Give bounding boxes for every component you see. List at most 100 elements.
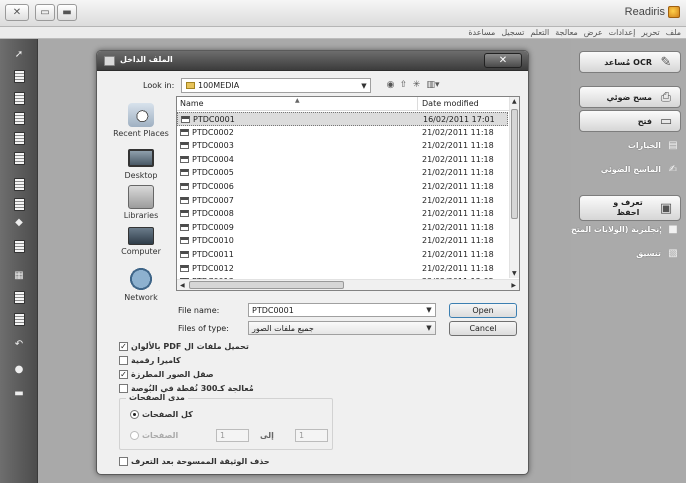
menu-bar: ملف تحرير إعدادات عرض معالجة التعلم تسجي… xyxy=(0,27,686,39)
recognize-save-button[interactable]: تعرف و احفظ ▣ xyxy=(579,195,681,221)
option-300dpi-checkbox[interactable] xyxy=(119,384,128,393)
file-row[interactable]: PTDC0001 16/02/2011 17:01 xyxy=(177,112,508,126)
language-item[interactable]: الإنجليزية (الولايات المتح ■ xyxy=(571,222,683,236)
table-zone-icon[interactable] xyxy=(11,131,27,145)
place-desktop[interactable]: Desktop xyxy=(107,145,175,180)
window-minimize-button[interactable]: ▬ xyxy=(57,4,77,21)
file-row[interactable]: PTDC0002 21/02/2011 11:18 xyxy=(177,126,508,140)
file-row[interactable]: PTDC0012 21/02/2011 11:18 xyxy=(177,262,508,276)
zoom-icon[interactable]: ● xyxy=(11,362,27,376)
pages-option[interactable]: الصفحات xyxy=(130,431,178,440)
options-item[interactable]: الخيارات ▤ xyxy=(579,138,683,152)
place-libraries[interactable]: Libraries xyxy=(107,185,175,220)
window-maximize-button[interactable]: ▭ xyxy=(35,4,55,21)
file-row[interactable]: PTDC0006 21/02/2011 11:18 xyxy=(177,180,508,194)
file-row[interactable]: PTDC0005 21/02/2011 11:18 xyxy=(177,166,508,180)
file-date-cell: 21/02/2011 11:18 xyxy=(422,127,494,137)
rotate-icon[interactable]: ↶ xyxy=(11,337,27,351)
scroll-down-icon[interactable]: ▼ xyxy=(512,270,517,277)
menu-edit[interactable]: تحرير xyxy=(638,28,662,37)
chevron-down-icon[interactable]: ▼ xyxy=(423,306,435,314)
open-file-button[interactable]: فتح ▭ xyxy=(579,110,681,132)
menu-register[interactable]: تسجيل xyxy=(498,28,527,37)
split-page-icon[interactable] xyxy=(11,290,27,304)
image-zone-icon[interactable] xyxy=(11,151,27,165)
file-row[interactable]: PTDC0004 21/02/2011 11:18 xyxy=(177,153,508,167)
window-close-button[interactable]: ✕ xyxy=(5,4,29,21)
option-delete-after[interactable]: حذف الوثيقة الممسوحة بعد التعرف xyxy=(119,456,270,467)
vertical-scrollbar[interactable]: ▲ ▼ xyxy=(509,97,519,278)
scroll-right-icon[interactable]: ▶ xyxy=(511,282,516,289)
all-pages-option[interactable]: كل الصفحات xyxy=(130,410,193,419)
menu-settings[interactable]: إعدادات xyxy=(606,28,639,37)
dialog-title-bar[interactable]: الملف الداخل ✕ xyxy=(97,51,528,71)
menu-process[interactable]: معالجة xyxy=(552,28,580,37)
grid-icon[interactable]: ▦ xyxy=(11,268,27,282)
file-row[interactable]: PTDC0007 21/02/2011 11:18 xyxy=(177,194,508,208)
scan-button[interactable]: مسح ضوئي ⎙ xyxy=(579,86,681,108)
option-digital-camera-checkbox[interactable] xyxy=(119,356,128,365)
format-item[interactable]: تنسيق ▧ xyxy=(579,246,683,260)
place-computer[interactable]: Computer xyxy=(107,227,175,256)
file-row[interactable]: PTDC0010 21/02/2011 11:18 xyxy=(177,234,508,248)
menu-help[interactable]: مساعدة xyxy=(465,28,498,37)
file-name-input[interactable]: PTDC0001 ▼ xyxy=(248,303,436,317)
scanner-item[interactable]: الماسح الضوئي ✍ xyxy=(579,162,683,176)
file-row[interactable]: PTDC0003 21/02/2011 11:18 xyxy=(177,139,508,153)
image-file-icon xyxy=(180,223,189,231)
to-page-input[interactable]: 1 xyxy=(295,429,328,442)
page-text-icon[interactable] xyxy=(11,177,27,191)
scanner-label: الماسح الضوئي xyxy=(600,164,661,174)
menu-file[interactable]: ملف xyxy=(663,28,684,37)
cancel-button[interactable]: Cancel xyxy=(449,321,517,336)
option-digital-camera[interactable]: كاميرا رقمية xyxy=(119,355,181,366)
text-lines-icon[interactable] xyxy=(11,111,27,125)
new-folder-icon[interactable]: ✳ xyxy=(411,79,422,91)
file-date-cell: 16/02/2011 17:01 xyxy=(423,115,495,124)
print-icon[interactable]: ▬ xyxy=(11,386,27,400)
back-icon[interactable]: ◉ xyxy=(385,79,396,91)
view-menu-icon[interactable]: ▥▾ xyxy=(425,79,441,91)
column-header-name[interactable]: Name xyxy=(180,99,204,108)
option-smooth-images-checkbox[interactable]: ✓ xyxy=(119,370,128,379)
from-page-input[interactable]: 1 xyxy=(216,429,249,442)
vertical-scroll-thumb[interactable] xyxy=(511,109,518,219)
file-row[interactable]: PTDC0011 21/02/2011 11:18 xyxy=(177,248,508,262)
text-zone-icon[interactable] xyxy=(11,91,27,105)
all-pages-radio[interactable] xyxy=(130,410,139,419)
option-color-pdf-checkbox[interactable]: ✓ xyxy=(119,342,128,351)
horizontal-scroll-thumb[interactable] xyxy=(189,281,344,289)
file-type-label: Files of type: xyxy=(178,324,229,333)
look-in-dropdown[interactable]: 100MEDIA ▼ xyxy=(181,78,371,93)
file-row[interactable]: PTDC0008 21/02/2011 11:18 xyxy=(177,207,508,221)
image-file-icon xyxy=(180,196,189,204)
image-file-icon xyxy=(180,210,189,218)
up-folder-icon[interactable]: ⇧ xyxy=(398,79,409,91)
page-view-icon[interactable] xyxy=(11,197,27,211)
open-button[interactable]: Open xyxy=(449,303,517,318)
place-recent[interactable]: Recent Places xyxy=(107,103,175,138)
file-type-dropdown[interactable]: جميع ملفات الصور ▼ xyxy=(248,321,436,335)
folder-icon xyxy=(186,82,195,89)
place-network[interactable]: Network xyxy=(107,267,175,302)
edit-page-icon[interactable] xyxy=(11,239,27,253)
option-smooth-images[interactable]: ✓ صقل الصور المطرزة xyxy=(119,369,214,380)
column-divider[interactable] xyxy=(417,97,418,110)
file-list[interactable]: Name ▲ Date modified PTDC0001 16/02/2011 … xyxy=(176,96,520,291)
option-color-pdf[interactable]: ✓ بالألوان PDF تحميل ملفات ال xyxy=(119,341,249,352)
pages-radio[interactable] xyxy=(130,431,139,440)
scroll-left-icon[interactable]: ◀ xyxy=(180,282,185,289)
scroll-up-icon[interactable]: ▲ xyxy=(512,98,517,105)
eraser-icon[interactable]: ◆ xyxy=(11,215,27,229)
ocr-wizard-button[interactable]: مُساعد OCR ✎ xyxy=(579,51,681,73)
file-row[interactable]: PTDC0009 21/02/2011 11:18 xyxy=(177,221,508,235)
menu-learning[interactable]: التعلم xyxy=(527,28,552,37)
dialog-close-button[interactable]: ✕ xyxy=(484,53,522,68)
menu-view[interactable]: عرض xyxy=(581,28,606,37)
text-block-icon[interactable] xyxy=(11,312,27,326)
option-delete-after-checkbox[interactable] xyxy=(119,457,128,466)
page-layout-icon[interactable] xyxy=(11,69,27,83)
horizontal-scrollbar[interactable]: ◀ ▶ xyxy=(177,279,519,290)
pointer-icon[interactable]: ➚ xyxy=(11,47,27,61)
column-header-date[interactable]: Date modified xyxy=(422,99,479,108)
